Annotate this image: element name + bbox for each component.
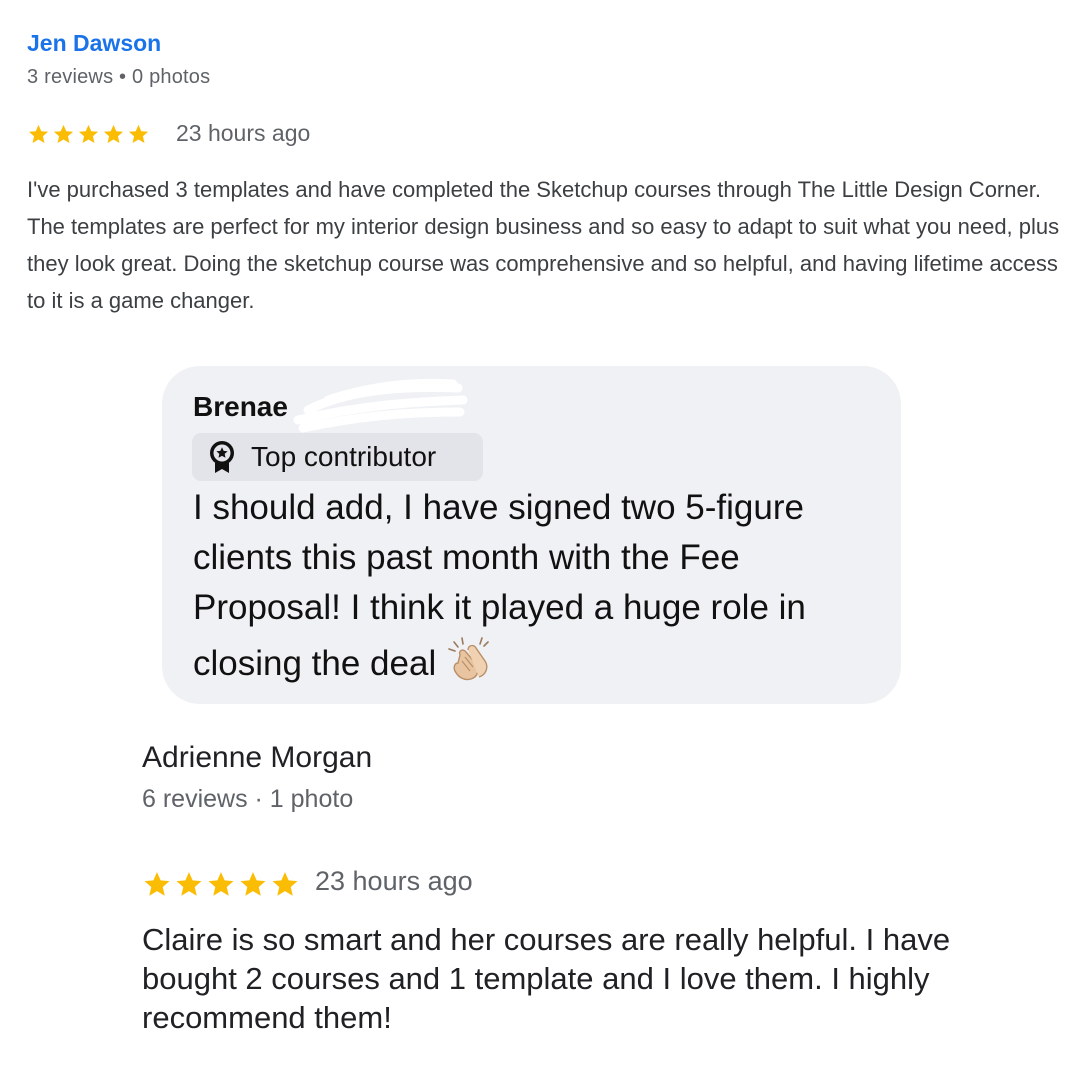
star-rating xyxy=(27,120,150,148)
star-icon xyxy=(78,124,99,144)
star-icon xyxy=(28,124,49,144)
star-icon xyxy=(128,124,149,144)
review-text: Claire is so smart and her courses are r… xyxy=(142,922,951,1035)
review-time: 23 hours ago xyxy=(315,866,473,896)
reviewer-meta: 6 reviews · 1 photo xyxy=(142,785,354,813)
top-contributor-badge: Top contributor xyxy=(192,433,483,481)
star-icon xyxy=(144,872,170,896)
star-icon xyxy=(208,872,234,896)
star-icon xyxy=(103,124,124,144)
review-time: 23 hours ago xyxy=(176,120,311,146)
review-text: I've purchased 3 templates and have comp… xyxy=(27,177,1060,313)
star-icon xyxy=(176,872,202,896)
comment-text: I should add, I have signed two 5-figure… xyxy=(193,483,893,689)
star-icon xyxy=(240,872,266,896)
star-icon xyxy=(53,124,74,144)
reviewer-meta: 3 reviews • 0 photos xyxy=(27,66,211,88)
name-redaction-scribble xyxy=(293,378,468,433)
clapping-hands-emoji xyxy=(448,637,490,681)
comment-body: I should add, I have signed two 5-figure… xyxy=(193,488,806,683)
reviewer-name[interactable]: Jen Dawson xyxy=(27,30,161,57)
star-icon xyxy=(272,872,298,896)
top-contributor-badge-icon xyxy=(210,441,234,473)
reviewer-name[interactable]: Adrienne Morgan xyxy=(142,741,372,775)
badge-label: Top contributor xyxy=(251,441,437,472)
star-rating xyxy=(142,867,300,901)
